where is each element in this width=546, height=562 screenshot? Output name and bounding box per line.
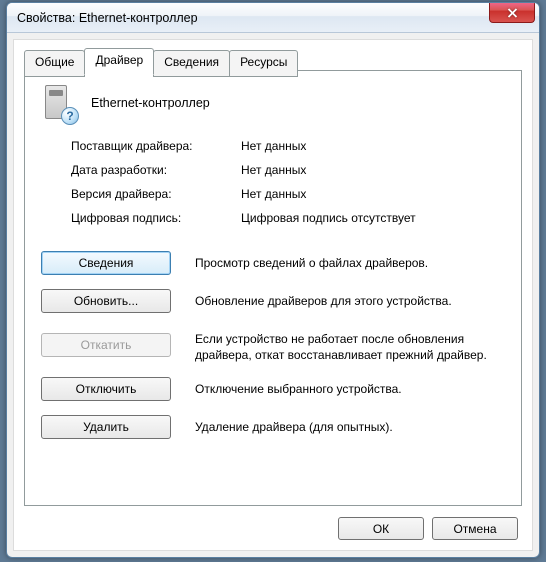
action-row-update: Обновить... Обновление драйверов для это… (41, 289, 505, 313)
prop-value: Цифровая подпись отсутствует (241, 211, 416, 225)
prop-value: Нет данных (241, 187, 306, 201)
titlebar[interactable]: Свойства: Ethernet-контроллер (7, 3, 539, 33)
action-desc: Обновление драйверов для этого устройств… (195, 289, 505, 309)
prop-row-provider: Поставщик драйвера: Нет данных (71, 139, 505, 153)
prop-row-signature: Цифровая подпись: Цифровая подпись отсут… (71, 211, 505, 225)
driver-details-button[interactable]: Сведения (41, 251, 171, 275)
device-name: Ethernet-контроллер (91, 96, 210, 110)
action-desc: Отключение выбранного устройства. (195, 377, 505, 397)
window-title: Свойства: Ethernet-контроллер (17, 11, 198, 25)
rollback-driver-button: Откатить (41, 333, 171, 357)
action-row-rollback: Откатить Если устройство не работает пос… (41, 327, 505, 363)
ok-button[interactable]: ОК (338, 517, 424, 540)
dialog-buttons: ОК Отмена (338, 517, 518, 540)
action-row-delete: Удалить Удаление драйвера (для опытных). (41, 415, 505, 439)
properties-window: Свойства: Ethernet-контроллер Общие Драй… (6, 2, 540, 558)
device-unknown-icon: ? (41, 83, 77, 123)
prop-row-version: Версия драйвера: Нет данных (71, 187, 505, 201)
action-desc: Если устройство не работает после обновл… (195, 327, 505, 363)
tab-general[interactable]: Общие (24, 50, 85, 77)
tab-resources[interactable]: Ресурсы (229, 50, 298, 77)
tab-details[interactable]: Сведения (153, 50, 230, 77)
driver-properties: Поставщик драйвера: Нет данных Дата разр… (25, 129, 521, 241)
disable-device-button[interactable]: Отключить (41, 377, 171, 401)
close-icon (507, 8, 518, 18)
action-desc: Удаление драйвера (для опытных). (195, 415, 505, 435)
tab-panel-driver: ? Ethernet-контроллер Поставщик драйвера… (24, 70, 522, 506)
prop-label: Дата разработки: (71, 163, 241, 177)
action-row-details: Сведения Просмотр сведений о файлах драй… (41, 251, 505, 275)
action-desc: Просмотр сведений о файлах драйверов. (195, 251, 505, 271)
tab-strip: Общие Драйвер Сведения Ресурсы (24, 48, 297, 75)
tab-driver[interactable]: Драйвер (84, 48, 154, 75)
close-button[interactable] (489, 3, 535, 23)
cancel-button[interactable]: Отмена (432, 517, 518, 540)
action-row-disable: Отключить Отключение выбранного устройст… (41, 377, 505, 401)
client-area: Общие Драйвер Сведения Ресурсы ? Etherne… (13, 39, 533, 551)
prop-value: Нет данных (241, 163, 306, 177)
prop-row-date: Дата разработки: Нет данных (71, 163, 505, 177)
prop-label: Поставщик драйвера: (71, 139, 241, 153)
uninstall-driver-button[interactable]: Удалить (41, 415, 171, 439)
prop-label: Версия драйвера: (71, 187, 241, 201)
prop-value: Нет данных (241, 139, 306, 153)
device-header: ? Ethernet-контроллер (25, 71, 521, 129)
update-driver-button[interactable]: Обновить... (41, 289, 171, 313)
prop-label: Цифровая подпись: (71, 211, 241, 225)
driver-actions: Сведения Просмотр сведений о файлах драй… (25, 241, 521, 439)
